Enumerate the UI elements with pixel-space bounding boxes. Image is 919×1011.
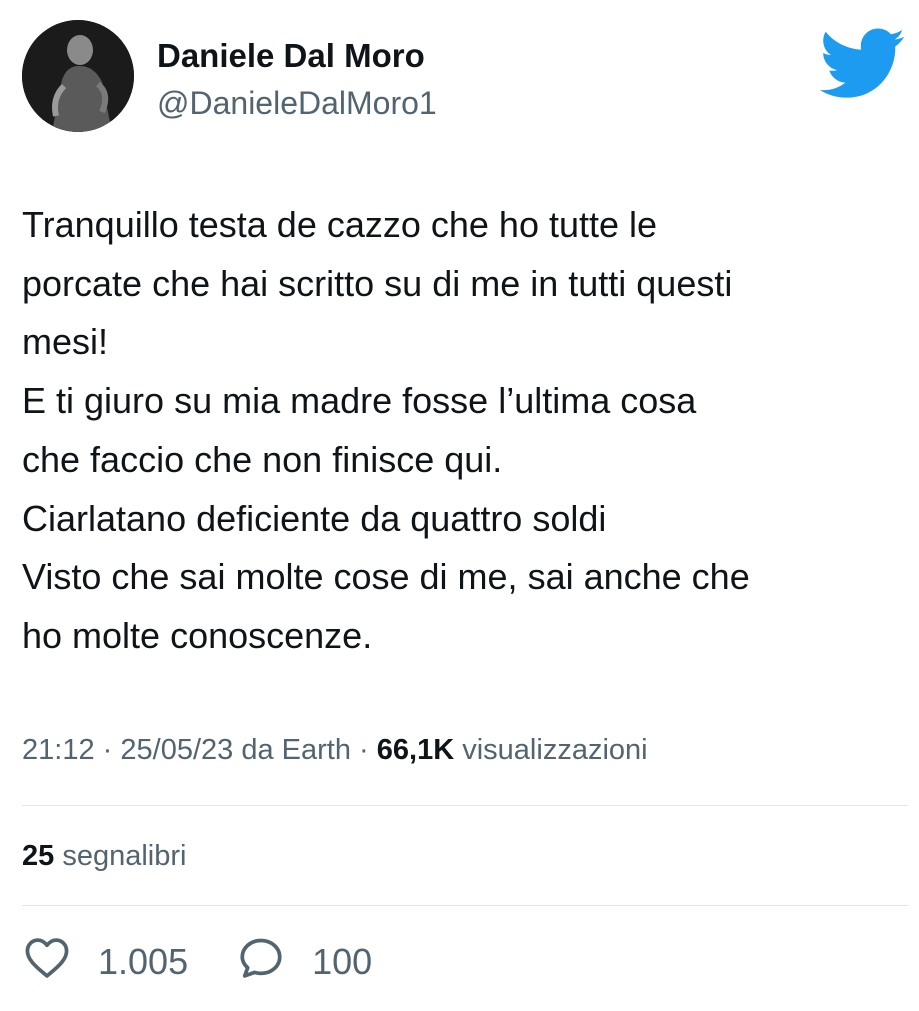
tweet-source[interactable]: Earth: [282, 734, 351, 766]
bookmarks-count: 25: [22, 840, 55, 872]
author-display-name[interactable]: Daniele Dal Moro: [157, 36, 425, 76]
tweet-line: Visto che sai molte cose di me, sai anch…: [22, 556, 750, 598]
reply-count: 100: [312, 941, 373, 982]
bookmarks-stat[interactable]: 25 segnalibri: [22, 836, 186, 876]
tweet-card: Daniele Dal Moro @DanieleDalMoro1 Tranqu…: [0, 0, 919, 1011]
divider: [22, 805, 908, 806]
like-count: 1.005: [98, 941, 189, 982]
tweet-line: porcate che hai scritto su di me in tutt…: [22, 262, 733, 304]
twitter-bird-icon[interactable]: [819, 28, 906, 100]
tweet-line: Ciarlatano deficiente da quattro soldi: [22, 497, 607, 539]
author-handle[interactable]: @DanieleDalMoro1: [157, 84, 437, 122]
tweet-actions: 1.005 100: [22, 936, 372, 988]
tweet-date[interactable]: 25/05/23: [120, 734, 233, 766]
tweet-line: mesi!: [22, 321, 109, 363]
tweet-time[interactable]: 21:12: [22, 734, 95, 766]
tweet-line: E ti giuro su mia madre fosse l’ultima c…: [22, 380, 697, 422]
bookmarks-label: segnalibri: [62, 840, 187, 872]
reply-bubble-icon: [236, 933, 286, 992]
like-button[interactable]: 1.005: [22, 933, 188, 992]
tweet-text: Tranquillo testa de cazzo che ho tutte l…: [22, 196, 902, 666]
views-label[interactable]: visualizzazioni: [462, 734, 647, 766]
tweet-line: Tranquillo testa de cazzo che ho tutte l…: [22, 204, 658, 245]
tweet-line: che faccio che non finisce qui.: [22, 438, 503, 480]
author-avatar[interactable]: [22, 20, 134, 132]
reply-button[interactable]: 100: [236, 933, 372, 992]
avatar-photo: [22, 20, 134, 132]
heart-icon: [22, 933, 72, 992]
views-count[interactable]: 66,1K: [377, 734, 454, 766]
source-prefix: da: [241, 734, 274, 766]
meta-separator: ·: [359, 734, 369, 766]
tweet-line: ho molte conoscenze.: [22, 614, 373, 656]
divider: [22, 905, 908, 906]
meta-separator: ·: [102, 734, 113, 766]
tweet-meta: 21:12 · 25/05/23 da Earth · 66,1K visual…: [22, 730, 648, 770]
